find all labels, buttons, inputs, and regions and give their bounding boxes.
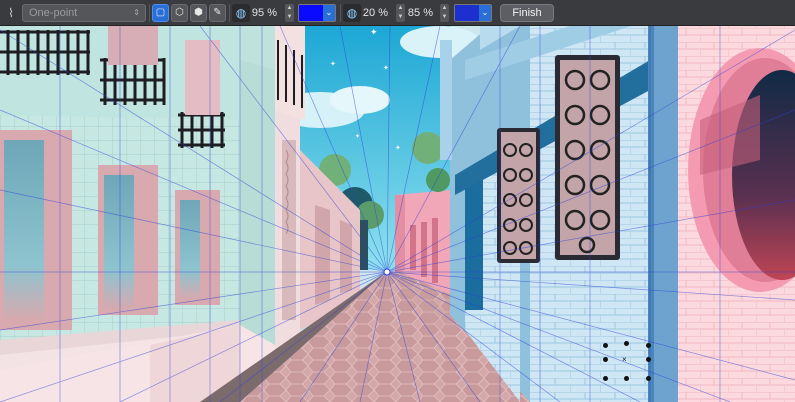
up-down-stepper-icon: ⇕ — [133, 8, 140, 17]
svg-text:✦: ✦ — [395, 144, 401, 152]
grid-opacity-a-value[interactable]: 20 % — [361, 4, 388, 22]
line-opacity-stepper[interactable]: ▲ ▼ — [285, 4, 294, 22]
grid-opacity-a-stepper[interactable]: ▲ ▼ — [396, 4, 405, 22]
canvas-illustration[interactable]: ✦ ✦ ✦ ✦ ✦ — [0, 0, 795, 402]
square-grid-icon: ▢ — [155, 7, 166, 18]
perspective-tool-icon[interactable]: ⌇ — [3, 4, 19, 22]
pen-button[interactable]: ✎ — [209, 4, 226, 22]
separator — [229, 4, 230, 22]
cube-solid-icon: ⬢ — [194, 7, 203, 18]
grid-opacity-b-value[interactable]: 85 % — [406, 4, 433, 22]
finish-button[interactable]: Finish — [500, 4, 554, 22]
cube-outline-icon: ⬡ — [175, 7, 184, 18]
line-color-picker[interactable]: ⌄ — [298, 4, 336, 22]
perspective-mode-select[interactable]: One-point ⇕ — [22, 4, 146, 22]
square-grid-button[interactable]: ▢ — [152, 4, 169, 22]
opacity-icon[interactable]: ◍ — [343, 4, 361, 22]
separator — [149, 4, 150, 22]
transform-center[interactable]: × — [622, 355, 627, 364]
toolbar-end-cap — [556, 0, 568, 26]
svg-text:✦: ✦ — [383, 64, 389, 72]
pen-icon: ✎ — [213, 7, 222, 18]
grid-color-swatch — [455, 5, 479, 21]
perspective-mode-value: One-point — [29, 7, 78, 19]
svg-text:✦: ✦ — [370, 27, 378, 37]
grid-color-picker[interactable]: ⌄ — [454, 4, 492, 22]
separator — [340, 4, 341, 22]
cube-outline-button[interactable]: ⬡ — [171, 4, 188, 22]
svg-text:✦: ✦ — [330, 60, 336, 68]
perspective-toolbar: ⌇ One-point ⇕ ▢ ⬡ ⬢ ✎ ◍ 95 % ▲ ▼ ⌄ ◍ 20 %… — [0, 0, 795, 26]
opacity-icon[interactable]: ◍ — [232, 4, 250, 22]
line-opacity-value[interactable]: 95 % — [250, 4, 277, 22]
chevron-down-icon: ⌄ — [479, 5, 491, 21]
chevron-down-icon: ⌄ — [323, 5, 335, 21]
line-color-swatch — [299, 5, 323, 21]
cube-solid-button[interactable]: ⬢ — [190, 4, 207, 22]
svg-text:✦: ✦ — [355, 133, 360, 140]
grid-opacity-b-stepper[interactable]: ▲ ▼ — [440, 4, 449, 22]
